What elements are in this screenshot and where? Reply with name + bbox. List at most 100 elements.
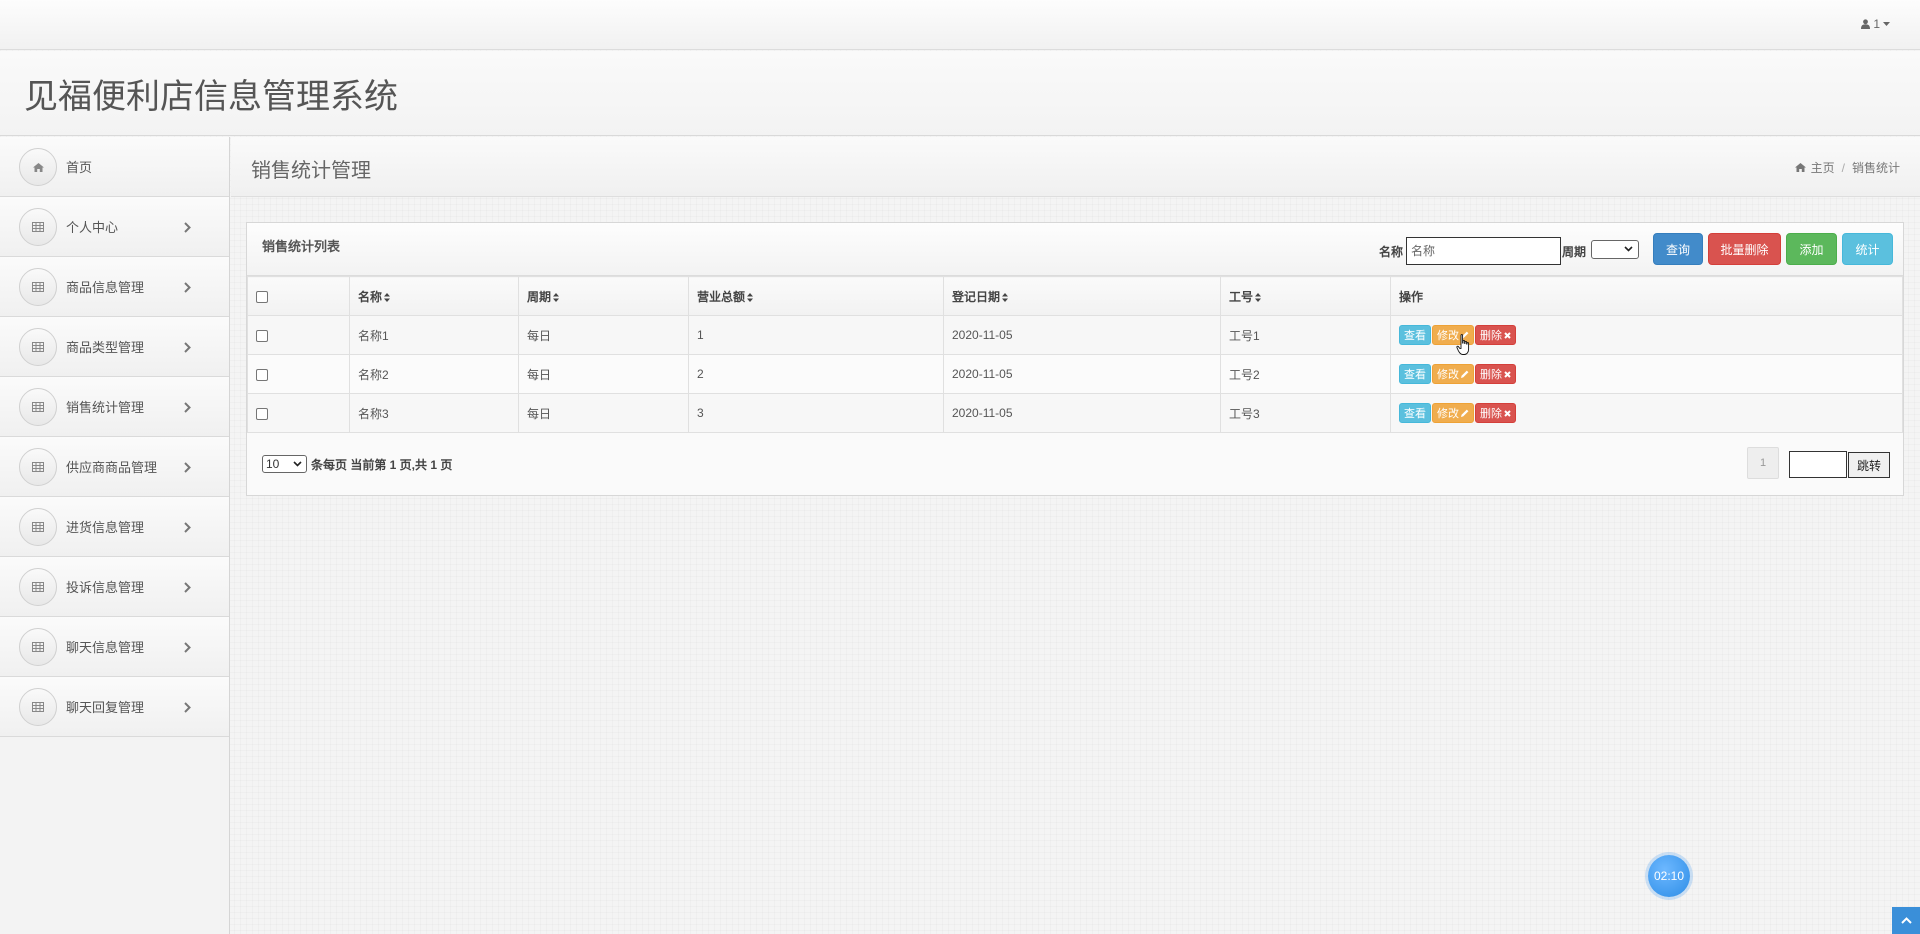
sidebar-item-label: 投诉信息管理 bbox=[66, 580, 145, 595]
cell-date: 2020-11-05 bbox=[943, 393, 1221, 433]
cell-date: 2020-11-05 bbox=[943, 315, 1221, 355]
edit-button[interactable]: 修改 bbox=[1432, 364, 1474, 384]
sidebar-item-label: 个人中心 bbox=[66, 220, 119, 235]
sidebar-item-label: 进货信息管理 bbox=[66, 520, 145, 535]
table-row: 名称1 每日 1 2020-11-05 工号1 查看 修改 删除 bbox=[247, 315, 1903, 355]
col-total[interactable]: 营业总额 bbox=[688, 276, 944, 316]
sidebar-item[interactable]: 聊天信息管理 bbox=[0, 617, 229, 677]
view-button[interactable]: 查看 bbox=[1399, 364, 1431, 384]
page-number-1[interactable]: 1 bbox=[1747, 447, 1779, 479]
col-actions: 操作 bbox=[1390, 276, 1903, 316]
period-select[interactable] bbox=[1591, 240, 1639, 259]
close-icon bbox=[1504, 331, 1511, 339]
breadcrumb-home[interactable]: 主页 bbox=[1811, 159, 1835, 176]
content-header: 销售统计管理 主页 / 销售统计 bbox=[231, 137, 1920, 197]
add-button[interactable]: 添加 bbox=[1786, 233, 1837, 265]
edit-label: 修改 bbox=[1437, 408, 1459, 420]
jump-page-input[interactable] bbox=[1789, 451, 1847, 478]
row-checkbox-cell bbox=[247, 393, 350, 433]
chevron-right-icon bbox=[184, 461, 191, 476]
batch-delete-button[interactable]: 批量删除 bbox=[1708, 233, 1781, 265]
sidebar-item[interactable]: 聊天回复管理 bbox=[0, 677, 229, 737]
close-icon bbox=[1504, 370, 1511, 378]
delete-button[interactable]: 删除 bbox=[1475, 403, 1516, 423]
col-total-label: 营业总额 bbox=[697, 289, 746, 304]
sidebar-item[interactable]: 商品信息管理 bbox=[0, 257, 229, 317]
sidebar: 首页个人中心商品信息管理 商品类型管理 销售统计管理 供应商商品管理进货信息管理 投诉信… bbox=[0, 137, 230, 934]
view-button[interactable]: 查看 bbox=[1399, 403, 1431, 423]
page-info: 条每页 当前第 1 页,共 1 页 bbox=[311, 457, 453, 472]
chevron-right-icon bbox=[184, 701, 191, 716]
page-title: 销售统计管理 bbox=[251, 158, 371, 182]
user-name: 1 bbox=[1873, 17, 1880, 31]
home-icon bbox=[1794, 163, 1806, 172]
sidebar-item[interactable]: 投诉信息管理 bbox=[0, 557, 229, 617]
back-to-top-button[interactable] bbox=[1892, 907, 1920, 934]
jump-button[interactable]: 跳转 bbox=[1848, 452, 1890, 478]
chevron-down-icon bbox=[1624, 246, 1633, 252]
pencil-icon bbox=[1461, 409, 1469, 417]
delete-label: 删除 bbox=[1480, 369, 1502, 381]
col-date-label: 登记日期 bbox=[952, 289, 1001, 304]
sales-stat-panel: 销售统计列表 名称 周期 查询 批量删除 添加 统计 名称 周期 营业总额 登记… bbox=[246, 222, 1904, 496]
cell-period: 每日 bbox=[518, 315, 689, 355]
sidebar-item[interactable]: 首页 bbox=[0, 137, 229, 197]
sidebar-icon-circle bbox=[19, 328, 57, 366]
sidebar-item[interactable]: 进货信息管理 bbox=[0, 497, 229, 557]
table-row: 名称2 每日 2 2020-11-05 工号2 查看 修改 删除 bbox=[247, 354, 1903, 394]
table-row: 名称3 每日 3 2020-11-05 工号3 查看 修改 删除 bbox=[247, 393, 1903, 433]
cell-total: 1 bbox=[688, 315, 944, 355]
timer-badge: 02:10 bbox=[1648, 855, 1690, 897]
chevron-right-icon bbox=[184, 281, 191, 296]
col-staff-id[interactable]: 工号 bbox=[1220, 276, 1391, 316]
sidebar-icon-circle bbox=[19, 628, 57, 666]
cell-period: 每日 bbox=[518, 354, 689, 394]
home-icon bbox=[32, 162, 44, 172]
user-menu[interactable]: 1 bbox=[1861, 17, 1890, 31]
query-button[interactable]: 查询 bbox=[1653, 233, 1703, 265]
app-title: 见福便利店信息管理系统 bbox=[24, 77, 398, 117]
row-checkbox[interactable] bbox=[256, 407, 268, 420]
chevron-right-icon bbox=[184, 581, 191, 596]
sidebar-icon-circle bbox=[19, 508, 57, 546]
sidebar-item[interactable]: 商品类型管理 bbox=[0, 317, 229, 377]
sidebar-item[interactable]: 销售统计管理 bbox=[0, 377, 229, 437]
table-icon bbox=[32, 582, 44, 592]
col-name[interactable]: 名称 bbox=[349, 276, 519, 316]
breadcrumb: 主页 / 销售统计 bbox=[1794, 159, 1900, 176]
sidebar-item[interactable]: 个人中心 bbox=[0, 197, 229, 257]
view-button[interactable]: 查看 bbox=[1399, 325, 1431, 345]
name-search-input[interactable] bbox=[1406, 237, 1562, 265]
sidebar-icon-circle bbox=[19, 268, 57, 306]
sidebar-icon-circle bbox=[19, 208, 57, 246]
top-navbar: 1 bbox=[0, 0, 1920, 50]
select-all-checkbox[interactable] bbox=[256, 290, 268, 303]
sidebar-item[interactable]: 供应商商品管理 bbox=[0, 437, 229, 497]
hand-cursor-icon bbox=[1456, 334, 1470, 355]
delete-button[interactable]: 删除 bbox=[1475, 325, 1516, 345]
cell-staff-id: 工号3 bbox=[1220, 393, 1391, 433]
cell-actions: 查看 修改 删除 bbox=[1390, 354, 1903, 394]
table-icon bbox=[32, 462, 44, 472]
cell-period: 每日 bbox=[518, 393, 689, 433]
row-checkbox[interactable] bbox=[256, 329, 268, 342]
stat-button[interactable]: 统计 bbox=[1842, 233, 1893, 265]
row-actions: 查看 修改 删除 bbox=[1399, 403, 1902, 423]
chevron-right-icon bbox=[184, 641, 191, 656]
delete-button[interactable]: 删除 bbox=[1475, 364, 1516, 384]
sort-icon bbox=[1255, 292, 1262, 302]
cell-date: 2020-11-05 bbox=[943, 354, 1221, 394]
row-checkbox[interactable] bbox=[256, 368, 268, 381]
sort-icon bbox=[384, 292, 391, 302]
page-size-select[interactable]: 10 bbox=[262, 455, 307, 473]
breadcrumb-separator: / bbox=[1841, 160, 1845, 175]
sort-icon bbox=[747, 292, 754, 302]
table-icon bbox=[32, 702, 44, 712]
edit-button[interactable]: 修改 bbox=[1432, 403, 1474, 423]
col-date[interactable]: 登记日期 bbox=[943, 276, 1221, 316]
cell-total: 2 bbox=[688, 354, 944, 394]
sort-icon bbox=[1002, 292, 1009, 302]
view-label: 查看 bbox=[1404, 369, 1426, 381]
col-period[interactable]: 周期 bbox=[518, 276, 689, 316]
col-period-label: 周期 bbox=[527, 289, 552, 304]
